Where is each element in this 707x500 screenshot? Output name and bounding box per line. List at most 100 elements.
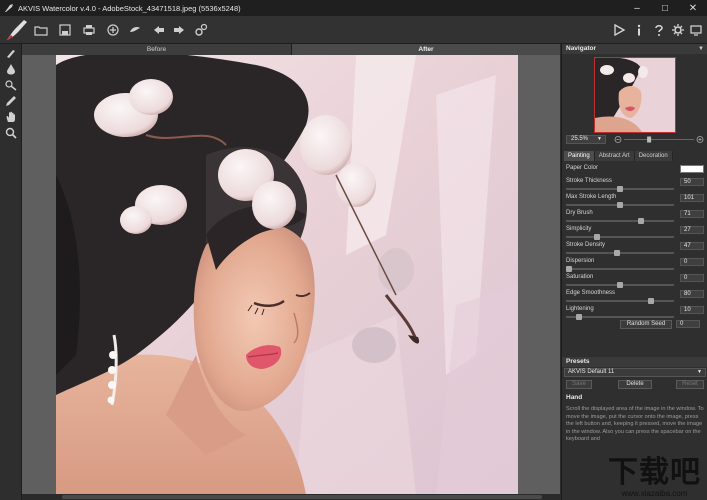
param-row: Lightening 10 bbox=[566, 306, 704, 321]
param-slider-track[interactable] bbox=[566, 268, 674, 270]
reset-preset-button[interactable]: Reset bbox=[676, 380, 704, 389]
main-toolbar bbox=[0, 16, 707, 44]
pencil-icon[interactable] bbox=[5, 95, 17, 107]
info-icon[interactable] bbox=[632, 23, 646, 37]
hand-icon[interactable] bbox=[5, 111, 17, 123]
param-value-field[interactable]: 10 bbox=[680, 306, 704, 314]
param-label: Dispersion bbox=[566, 258, 595, 264]
param-label: Edge Smoothness bbox=[566, 290, 616, 296]
param-slider-track[interactable] bbox=[566, 316, 674, 318]
param-slider-knob[interactable] bbox=[566, 266, 572, 272]
param-value-field[interactable]: 0 bbox=[680, 274, 704, 282]
zoom-slider-knob[interactable] bbox=[647, 136, 652, 143]
minimize-button[interactable]: – bbox=[623, 0, 651, 16]
param-row: Max Stroke Length 101 bbox=[566, 194, 704, 209]
close-button[interactable]: ✕ bbox=[679, 0, 707, 16]
fullscreen-icon[interactable] bbox=[689, 23, 703, 37]
navigator-header: Navigator ▼ bbox=[562, 44, 707, 54]
open-icon[interactable] bbox=[34, 23, 48, 37]
print-icon[interactable] bbox=[82, 23, 96, 37]
watermark-logo: 下载吧 www.xiazaiba.com bbox=[608, 455, 701, 499]
image-canvas[interactable] bbox=[22, 55, 560, 495]
save-icon[interactable] bbox=[58, 23, 72, 37]
param-slider-knob[interactable] bbox=[638, 218, 645, 224]
param-label: Simplicity bbox=[566, 226, 592, 232]
drop-icon[interactable] bbox=[5, 63, 17, 75]
param-label: Max Stroke Length bbox=[566, 194, 617, 200]
param-row: Simplicity 27 bbox=[566, 226, 704, 241]
settings-tabs: Painting Abstract Art Decoration bbox=[564, 151, 706, 161]
chevron-down-icon[interactable]: ▼ bbox=[698, 44, 704, 54]
param-slider-knob[interactable] bbox=[593, 234, 600, 240]
param-slider-track[interactable] bbox=[566, 236, 674, 238]
run-icon[interactable] bbox=[612, 23, 626, 37]
param-value-field[interactable]: 50 bbox=[680, 178, 704, 186]
save-preset-button[interactable]: Save bbox=[566, 380, 592, 389]
param-slider-knob[interactable] bbox=[617, 202, 623, 208]
param-slider-knob[interactable] bbox=[613, 250, 620, 256]
param-value-field[interactable]: 80 bbox=[680, 290, 704, 298]
param-value-field[interactable]: 101 bbox=[680, 194, 704, 202]
navigator-preview[interactable] bbox=[594, 57, 676, 133]
param-slider-knob[interactable] bbox=[617, 282, 623, 288]
param-slider-knob[interactable] bbox=[576, 314, 583, 320]
preferences-icon[interactable] bbox=[671, 23, 685, 37]
param-slider-knob[interactable] bbox=[647, 298, 654, 304]
param-value-field[interactable]: 27 bbox=[680, 226, 704, 234]
param-slider-track[interactable] bbox=[566, 220, 674, 222]
tool-strip bbox=[0, 44, 22, 500]
chevron-down-icon: ▼ bbox=[597, 136, 602, 142]
share-icon[interactable] bbox=[106, 23, 120, 37]
param-row: Dispersion 0 bbox=[566, 258, 704, 273]
batch-icon[interactable] bbox=[128, 23, 142, 37]
watermark-brand: 下载吧 bbox=[608, 455, 701, 490]
param-label: Dry Brush bbox=[566, 210, 593, 216]
param-value-field[interactable]: 0 bbox=[680, 258, 704, 266]
hint-title: Hand bbox=[566, 394, 583, 401]
preset-select[interactable]: AKVIS Default 11 ▼ bbox=[564, 368, 706, 377]
smudge-icon[interactable] bbox=[5, 79, 17, 91]
watermark-url: www.xiazaiba.com bbox=[621, 489, 688, 498]
tab-painting[interactable]: Painting bbox=[564, 151, 595, 161]
param-row: Saturation 0 bbox=[566, 274, 704, 289]
maximize-button[interactable]: □ bbox=[651, 0, 679, 16]
redo-icon[interactable] bbox=[172, 23, 186, 37]
undo-icon[interactable] bbox=[152, 23, 166, 37]
horizontal-scrollbar[interactable] bbox=[22, 494, 560, 500]
hint-text: Scroll the displayed area of the image i… bbox=[566, 406, 704, 443]
window-title: AKVIS Watercolor v.4.0 - AdobeStock_4347… bbox=[18, 3, 241, 13]
paper-color-label: Paper Color bbox=[566, 165, 599, 171]
delete-preset-button[interactable]: Delete bbox=[618, 380, 652, 389]
presets-header: Presets bbox=[562, 357, 707, 367]
param-label: Saturation bbox=[566, 274, 594, 280]
param-slider-knob[interactable] bbox=[617, 186, 623, 192]
scrollbar-thumb[interactable] bbox=[62, 495, 542, 499]
tab-before[interactable]: Before bbox=[22, 44, 292, 55]
zoom-icon[interactable] bbox=[5, 127, 17, 139]
window-controls: – □ ✕ bbox=[623, 0, 707, 16]
brush-icon[interactable] bbox=[5, 47, 17, 59]
zoom-select[interactable]: 25.5% ▼ bbox=[566, 135, 606, 144]
tab-decoration[interactable]: Decoration bbox=[634, 151, 673, 161]
param-row: Stroke Density 47 bbox=[566, 242, 704, 257]
param-slider-track[interactable] bbox=[566, 252, 674, 254]
app-logo-icon bbox=[5, 4, 13, 12]
presets-title: Presets bbox=[566, 358, 590, 365]
view-tabs: Before After bbox=[22, 44, 560, 55]
zoom-slider[interactable] bbox=[614, 135, 704, 144]
param-label: Stroke Density bbox=[566, 242, 606, 248]
param-value-field[interactable]: 71 bbox=[680, 210, 704, 218]
help-icon[interactable] bbox=[652, 23, 666, 37]
param-label: Lightening bbox=[566, 306, 594, 312]
param-label: Stroke Thickness bbox=[566, 178, 612, 184]
random-seed-value[interactable]: 0 bbox=[676, 320, 700, 328]
paper-color-swatch[interactable] bbox=[680, 165, 704, 173]
tab-abstract-art[interactable]: Abstract Art bbox=[594, 151, 635, 161]
tab-after[interactable]: After bbox=[292, 44, 560, 55]
navigator-title: Navigator bbox=[566, 45, 596, 52]
zoom-value: 25.5% bbox=[571, 136, 589, 142]
param-value-field[interactable]: 47 bbox=[680, 242, 704, 250]
param-slider-track[interactable] bbox=[566, 300, 674, 302]
random-seed-button[interactable]: Random Seed bbox=[620, 320, 672, 329]
settings-gear-icon[interactable] bbox=[194, 23, 208, 37]
